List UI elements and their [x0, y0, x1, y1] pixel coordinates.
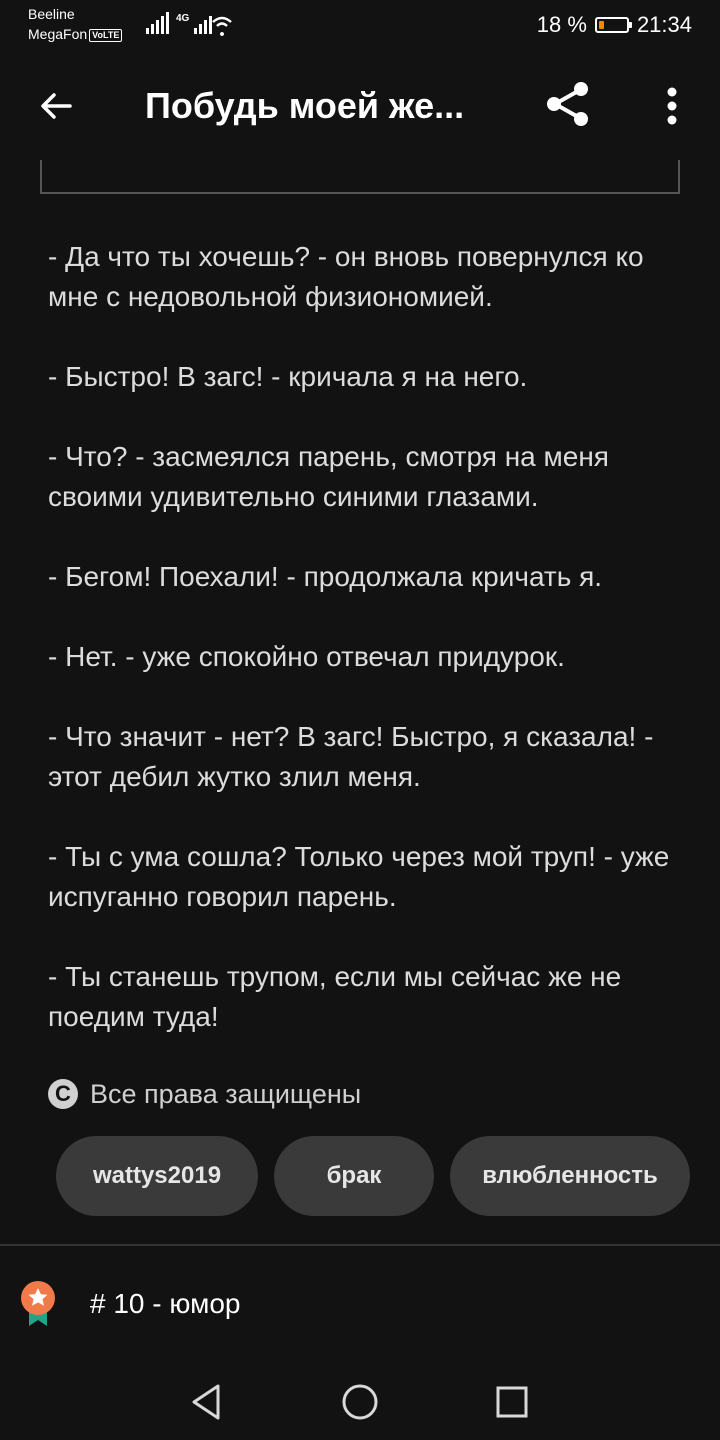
story-paragraph: - Бегом! Поехали! - продолжала кричать я…	[48, 561, 603, 592]
system-navigation-bar	[0, 1356, 720, 1440]
story-paragraph: - Ты с ума сошла? Только через мой труп!…	[48, 841, 670, 912]
battery-fill	[598, 21, 604, 29]
story-paragraph: - Да что ты хочешь? - он вновь повернулс…	[48, 241, 644, 312]
share-icon	[547, 82, 588, 126]
section-divider	[0, 1244, 720, 1246]
ranking-row[interactable]: # 10 - юмор	[18, 1276, 240, 1332]
carrier-2: MegaFon	[28, 26, 88, 42]
share-button[interactable]	[538, 76, 598, 132]
tag-list: wattys2019 брак влюбленность	[56, 1136, 720, 1216]
status-bar: Beeline MegaFon VoLTE 4G 18 % 21:34	[0, 0, 720, 52]
page-title: Побудь моей же...	[145, 85, 465, 126]
more-options-button[interactable]	[648, 78, 696, 134]
copyright-icon: C	[48, 1079, 78, 1109]
story-paragraph: - Что значит - нет? В загс! Быстро, я ск…	[48, 721, 654, 792]
story-text: - Да что ты хочешь? - он вновь повернулс…	[48, 237, 678, 1077]
clock: 21:34	[636, 12, 692, 37]
nav-recents-button[interactable]	[482, 1372, 542, 1432]
copyright-text: Все права защищены	[90, 1078, 362, 1109]
nav-back-button[interactable]	[176, 1372, 236, 1432]
top-app-bar: Побудь моей же...	[0, 52, 720, 156]
story-paragraph: - Что? - засмеялся парень, смотря на мен…	[48, 441, 609, 512]
embedded-media-frame	[40, 160, 680, 194]
story-paragraph: - Нет. - уже спокойно отвечал придурок.	[48, 641, 565, 672]
carrier-2-row: MegaFon VoLTE	[28, 24, 123, 44]
story-paragraph: - Быстро! В загс! - кричала я на него.	[48, 361, 528, 392]
nav-home-button[interactable]	[330, 1372, 390, 1432]
arrow-left-icon	[41, 93, 72, 119]
battery-icon	[594, 17, 632, 33]
ranking-badge-icon	[21, 1281, 55, 1326]
nav-home-circle-icon	[342, 1384, 378, 1420]
status-right: 18 % 21:34	[537, 10, 692, 40]
tag-chip-vlyublennost[interactable]: влюбленность	[450, 1136, 690, 1216]
tag-chip-brak[interactable]: брак	[274, 1136, 434, 1216]
ranking-text: # 10 - юмор	[90, 1288, 241, 1319]
nav-recents-square-icon	[496, 1386, 528, 1418]
nav-back-triangle-icon	[192, 1384, 220, 1420]
carrier-1: Beeline	[28, 6, 75, 22]
story-paragraph: - Ты станешь трупом, если мы сейчас же н…	[48, 961, 622, 1032]
back-button[interactable]	[28, 78, 84, 134]
more-vertical-icon	[667, 87, 677, 125]
battery-percent: 18 %	[536, 12, 587, 37]
signal-icons: 4G	[146, 12, 246, 36]
tag-chip-wattys2019[interactable]: wattys2019	[56, 1136, 258, 1216]
volte-badge: VoLTE	[89, 28, 123, 42]
signal-strength-icon: 4G	[146, 12, 232, 36]
carrier-info: Beeline MegaFon VoLTE	[28, 4, 123, 44]
network-type: 4G	[176, 13, 190, 24]
copyright-notice: C Все права защищены	[48, 1074, 361, 1114]
